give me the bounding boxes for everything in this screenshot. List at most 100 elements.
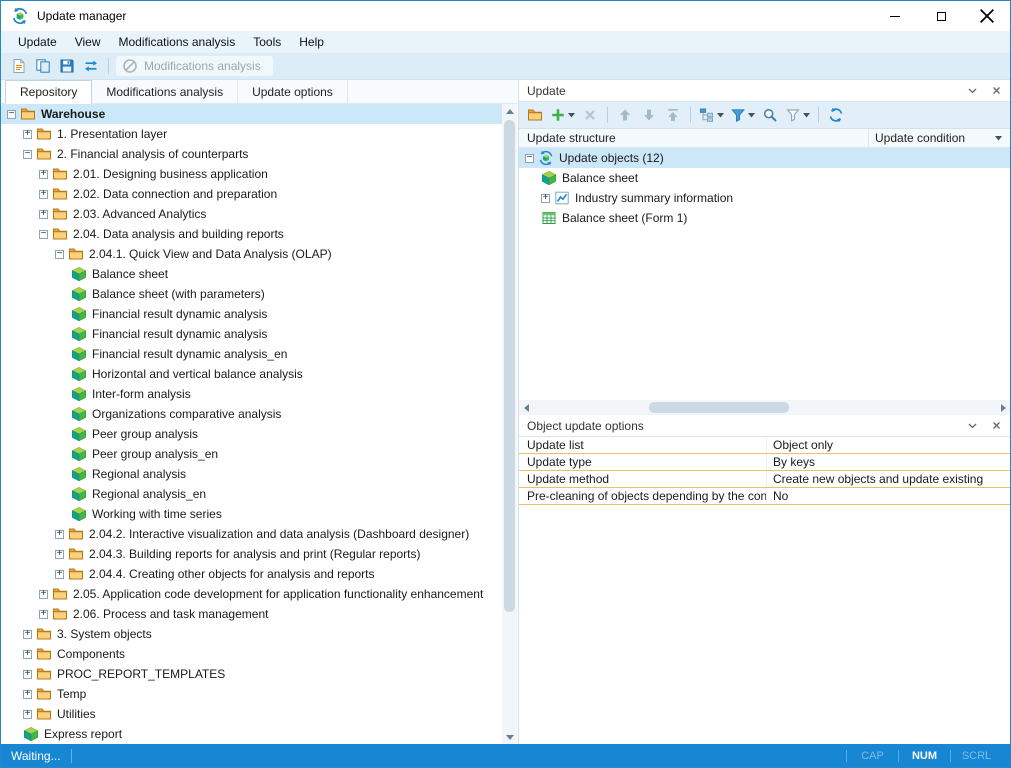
tree-item[interactable]: Balance sheet (with parameters) (1, 284, 502, 304)
collapse-expander-icon[interactable]: − (39, 230, 48, 239)
expand-expander-icon[interactable]: + (39, 590, 48, 599)
menu-item-tools[interactable]: Tools (244, 32, 290, 52)
folder-button[interactable] (523, 104, 547, 126)
panel-close-icon[interactable] (990, 85, 1002, 97)
expand-expander-icon[interactable]: + (23, 710, 32, 719)
tree-item[interactable]: Financial result dynamic analysis (1, 304, 502, 324)
tree-item[interactable]: Inter-form analysis (1, 384, 502, 404)
collapse-expander-icon[interactable]: − (23, 150, 32, 159)
sync-button[interactable] (79, 55, 103, 77)
collapse-expander-icon[interactable]: − (525, 154, 534, 163)
tree-item[interactable]: Peer group analysis_en (1, 444, 502, 464)
tree-item[interactable]: +Utilities (1, 704, 502, 724)
save-button[interactable] (55, 55, 79, 77)
tab-repository[interactable]: Repository (5, 80, 92, 104)
scroll-left-icon[interactable] (519, 400, 533, 415)
horizontal-scrollbar[interactable] (519, 400, 1010, 415)
tree-view-button[interactable] (696, 104, 727, 126)
tree-item[interactable]: +Temp (1, 684, 502, 704)
menu-item-help[interactable]: Help (290, 32, 333, 52)
expand-expander-icon[interactable]: + (541, 194, 550, 203)
close-button[interactable] (964, 1, 1010, 31)
tree-item[interactable]: −2.04.1. Quick View and Data Analysis (O… (1, 244, 502, 264)
expand-expander-icon[interactable]: + (39, 610, 48, 619)
search-button[interactable] (758, 104, 782, 126)
expand-expander-icon[interactable]: + (39, 170, 48, 179)
property-value[interactable]: By keys (767, 455, 1010, 469)
update-condition-column[interactable]: Update condition (868, 129, 1010, 147)
filter-button[interactable] (782, 104, 813, 126)
panel-close-icon[interactable] (990, 420, 1002, 432)
expand-expander-icon[interactable]: + (23, 130, 32, 139)
move-down-button[interactable] (637, 104, 661, 126)
tree-item[interactable]: −2.04. Data analysis and building report… (1, 224, 502, 244)
collapse-expander-icon[interactable]: − (7, 110, 16, 119)
move-up-button[interactable] (613, 104, 637, 126)
tree-item[interactable]: +2.04.4. Creating other objects for anal… (1, 564, 502, 584)
filter-filled-button[interactable] (727, 104, 758, 126)
tab-update-options[interactable]: Update options (238, 80, 348, 103)
scrollbar-thumb[interactable] (504, 120, 515, 612)
copy-button[interactable] (31, 55, 55, 77)
menu-item-view[interactable]: View (66, 32, 110, 52)
expand-expander-icon[interactable]: + (23, 650, 32, 659)
property-value[interactable]: No (767, 489, 1010, 503)
tree-item[interactable]: −Update objects (12) (519, 148, 1010, 168)
tab-modifications-analysis[interactable]: Modifications analysis (92, 80, 238, 103)
tree-item[interactable]: +Industry summary information (519, 188, 1010, 208)
tree-item[interactable]: −Warehouse (1, 104, 502, 124)
tree-item[interactable]: Working with time series (1, 504, 502, 524)
collapse-expander-icon[interactable]: − (55, 250, 64, 259)
add-button[interactable] (547, 104, 578, 126)
maximize-button[interactable] (918, 1, 964, 31)
expand-expander-icon[interactable]: + (23, 690, 32, 699)
move-top-button[interactable] (661, 104, 685, 126)
tree-item[interactable]: +2.04.2. Interactive visualization and d… (1, 524, 502, 544)
tree-item[interactable]: +2.05. Application code development for … (1, 584, 502, 604)
tree-item[interactable]: Peer group analysis (1, 424, 502, 444)
tree-item[interactable]: Balance sheet (Form 1) (519, 208, 1010, 228)
tree-item[interactable]: Balance sheet (1, 264, 502, 284)
tree-item[interactable]: +1. Presentation layer (1, 124, 502, 144)
property-value[interactable]: Object only (767, 438, 1010, 452)
tree-item[interactable]: Organizations comparative analysis (1, 404, 502, 424)
expand-expander-icon[interactable]: + (39, 190, 48, 199)
minimize-button[interactable] (872, 1, 918, 31)
tree-item[interactable]: Regional analysis (1, 464, 502, 484)
tree-item[interactable]: Express report (1, 724, 502, 744)
refresh-button[interactable] (824, 104, 848, 126)
expand-expander-icon[interactable]: + (55, 570, 64, 579)
delete-button[interactable] (578, 104, 602, 126)
tree-item[interactable]: Horizontal and vertical balance analysis (1, 364, 502, 384)
tree-item[interactable]: Balance sheet (519, 168, 1010, 188)
tree-item[interactable]: +3. System objects (1, 624, 502, 644)
tree-item[interactable]: −2. Financial analysis of counterparts (1, 144, 502, 164)
scroll-up-icon[interactable] (502, 104, 517, 118)
tree-item[interactable]: +2.01. Designing business application (1, 164, 502, 184)
tree-item[interactable]: +Components (1, 644, 502, 664)
scrollbar-thumb[interactable] (649, 402, 789, 413)
condition-dropdown-caret-icon[interactable] (992, 132, 1004, 144)
tree-item[interactable]: +2.03. Advanced Analytics (1, 204, 502, 224)
scroll-down-icon[interactable] (502, 730, 517, 744)
tree-item[interactable]: Financial result dynamic analysis (1, 324, 502, 344)
tree-item[interactable]: +2.02. Data connection and preparation (1, 184, 502, 204)
expand-expander-icon[interactable]: + (23, 630, 32, 639)
menu-item-modifications-analysis[interactable]: Modifications analysis (110, 32, 245, 52)
tree-item[interactable]: Regional analysis_en (1, 484, 502, 504)
expand-expander-icon[interactable]: + (23, 670, 32, 679)
scroll-right-icon[interactable] (996, 400, 1010, 415)
expand-expander-icon[interactable]: + (55, 530, 64, 539)
menu-item-update[interactable]: Update (9, 32, 66, 52)
vertical-scrollbar[interactable] (502, 104, 517, 744)
property-value[interactable]: Create new objects and update existing (767, 472, 1010, 486)
tree-item[interactable]: +2.06. Process and task management (1, 604, 502, 624)
expand-expander-icon[interactable]: + (39, 210, 48, 219)
expand-expander-icon[interactable]: + (55, 550, 64, 559)
tree-item[interactable]: +PROC_REPORT_TEMPLATES (1, 664, 502, 684)
tree-item[interactable]: Financial result dynamic analysis_en (1, 344, 502, 364)
chevron-down-icon[interactable] (966, 420, 978, 432)
tree-item[interactable]: +2.04.3. Building reports for analysis a… (1, 544, 502, 564)
new-document-button[interactable] (7, 55, 31, 77)
chevron-down-icon[interactable] (966, 85, 978, 97)
